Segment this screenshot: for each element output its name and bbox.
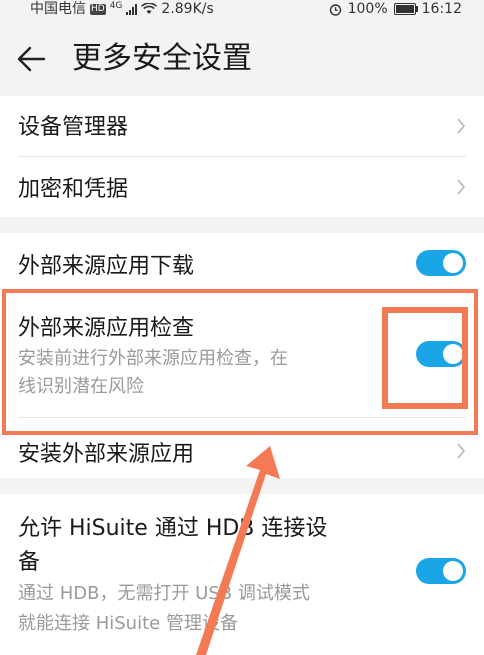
chevron-right-icon — [457, 443, 466, 459]
section-gap — [0, 217, 484, 233]
external-check-toggle[interactable] — [416, 341, 466, 367]
external-check-desc-line1: 安装前进行外部来源应用检查，在 — [18, 348, 288, 369]
chevron-right-icon — [457, 118, 466, 134]
external-check-desc-line2: 线识别潜在风险 — [18, 376, 144, 397]
speed-label: 2.89K/s — [161, 1, 214, 17]
external-download-toggle[interactable] — [416, 250, 466, 276]
carrier-label: 中国电信 — [30, 1, 86, 17]
status-bar: 中国电信 HD 4G 2.89K/s 100% 16:12 — [0, 0, 484, 22]
hisuite-title-line1: 允许 HiSuite 通过 HDB 连接设 — [18, 516, 328, 541]
signal-icon — [126, 3, 138, 15]
external-check-row[interactable]: 外部来源应用检查 安装前进行外部来源应用检查，在 线识别潜在风险 — [0, 293, 484, 417]
time-label: 16:12 — [421, 1, 462, 17]
hisuite-title-line2: 备 — [18, 550, 41, 575]
status-left: 中国电信 HD 4G 2.89K/s — [30, 0, 214, 18]
network-type-label: 4G — [109, 1, 123, 11]
external-download-row[interactable]: 外部来源应用下载 — [0, 233, 484, 293]
install-external-title: 安装外部来源应用 — [18, 442, 195, 467]
encryption-title: 加密和凭据 — [18, 177, 129, 202]
back-arrow-icon[interactable] — [16, 44, 48, 74]
hisuite-desc-line1: 通过 HDB，无需打开 USB 调试模式 — [18, 583, 310, 604]
device-manager-row[interactable]: 设备管理器 — [0, 96, 484, 156]
hisuite-desc-line2: 就能连接 HiSuite 管理设备 — [18, 613, 238, 634]
external-download-title: 外部来源应用下载 — [18, 254, 195, 279]
battery-percent-label: 100% — [347, 1, 388, 17]
alarm-icon — [329, 3, 341, 16]
external-check-title: 外部来源应用检查 — [18, 316, 195, 341]
device-manager-title: 设备管理器 — [18, 115, 129, 140]
battery-icon — [393, 3, 418, 15]
wifi-icon — [141, 3, 158, 14]
app-header: 更多安全设置 — [0, 22, 484, 96]
hd-badge: HD — [90, 3, 106, 15]
status-right: 100% 16:12 — [329, 0, 462, 18]
encryption-row[interactable]: 加密和凭据 — [0, 157, 484, 217]
chevron-right-icon — [457, 179, 466, 195]
hisuite-toggle[interactable] — [416, 558, 466, 584]
section-gap — [0, 478, 484, 494]
hisuite-row[interactable]: 允许 HiSuite 通过 HDB 连接设 备 通过 HDB，无需打开 USB … — [0, 494, 484, 655]
page-title: 更多安全设置 — [72, 41, 252, 76]
install-external-row[interactable]: 安装外部来源应用 — [0, 418, 484, 478]
